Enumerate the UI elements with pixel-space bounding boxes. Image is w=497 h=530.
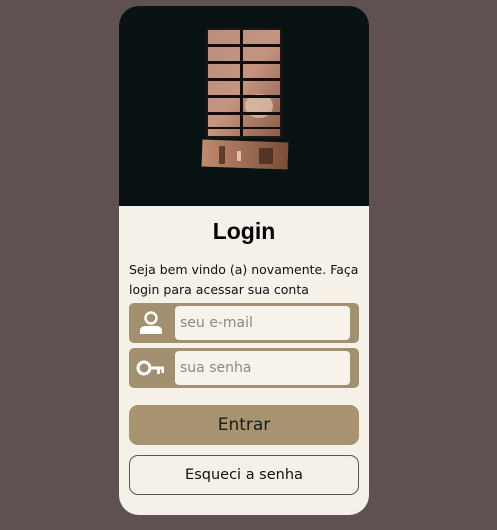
login-button[interactable]: Entrar — [129, 405, 359, 445]
password-input[interactable] — [175, 351, 350, 385]
lit-window-illustration — [119, 6, 369, 206]
key-icon — [129, 348, 173, 388]
login-card: Login Seja bem vindo (a) novamente. Faça… — [119, 6, 369, 515]
email-field — [129, 303, 359, 343]
welcome-message: Seja bem vindo (a) novamente. Faça login… — [129, 262, 359, 297]
password-field — [129, 348, 359, 388]
forgot-password-button[interactable]: Esqueci a senha — [129, 455, 359, 495]
email-input[interactable] — [175, 306, 350, 340]
hero-image — [119, 6, 369, 206]
page-title: Login — [212, 218, 276, 244]
person-icon — [129, 303, 173, 343]
